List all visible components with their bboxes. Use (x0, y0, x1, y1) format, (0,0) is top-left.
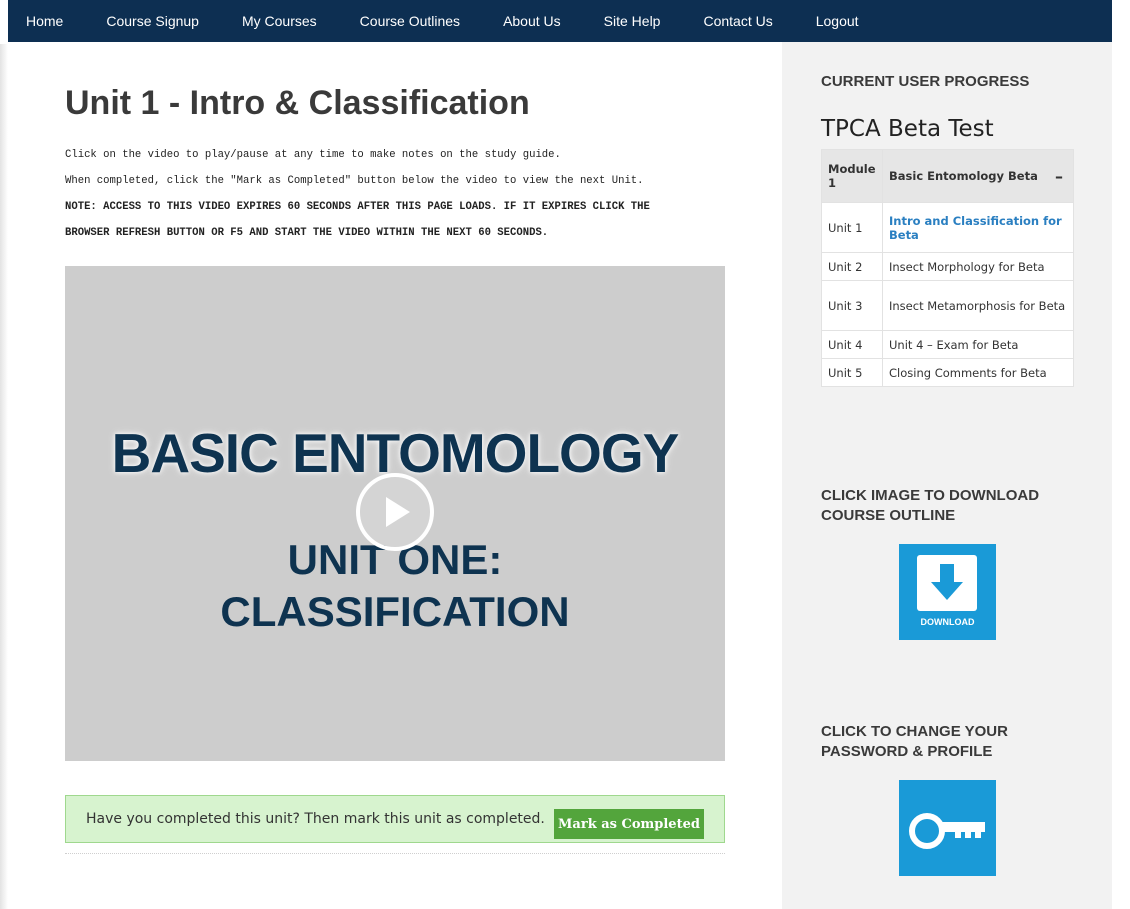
download-label: DOWNLOAD (920, 617, 975, 627)
page-title: Unit 1 - Intro & Classification (65, 84, 530, 122)
nav-course-outlines[interactable]: Course Outlines (360, 13, 460, 29)
unit-number: Unit 1 (821, 202, 883, 253)
password-heading-line: CLICK TO CHANGE YOUR (821, 723, 1008, 740)
video-player[interactable]: BASIC ENTOMOLOGY UNIT ONE: CLASSIFICATIO… (65, 266, 725, 761)
instruction-line: Click on the video to play/pause at any … (65, 149, 561, 161)
download-heading-line: COURSE OUTLINE (821, 507, 956, 524)
nav-course-signup[interactable]: Course Signup (106, 13, 199, 29)
download-arrow (940, 564, 954, 584)
mark-as-completed-button[interactable]: Mark as Completed (554, 809, 704, 839)
collapse-toggle[interactable]: – (1045, 149, 1074, 203)
key-tooth (955, 830, 961, 838)
module-label: Module 1 (821, 149, 883, 203)
nav-site-help[interactable]: Site Help (604, 13, 661, 29)
download-heading-line: CLICK IMAGE TO DOWNLOAD (821, 487, 1040, 504)
download-course-outline-button[interactable]: DOWNLOAD (899, 544, 996, 640)
password-heading-line: PASSWORD & PROFILE (821, 743, 993, 760)
play-button[interactable] (356, 473, 434, 551)
unit-row[interactable]: Unit 2 Insect Morphology for Beta (821, 252, 1074, 281)
unit-number: Unit 5 (821, 358, 883, 387)
divider (65, 853, 725, 854)
download-heading: CLICK IMAGE TO DOWNLOAD COURSE OUTLINE (821, 486, 1039, 526)
play-icon (386, 497, 410, 527)
sidebar: CURRENT USER PROGRESS TPCA Beta Test Mod… (782, 42, 1112, 909)
course-name: TPCA Beta Test (821, 116, 994, 142)
unit-number: Unit 4 (821, 330, 883, 359)
unit-number: Unit 2 (821, 252, 883, 281)
completion-prompt: Have you completed this unit? Then mark … (86, 811, 545, 827)
nav-contact-us[interactable]: Contact Us (703, 13, 772, 29)
unit-number: Unit 3 (821, 280, 883, 331)
key-tooth (975, 830, 981, 838)
unit-instructions: Click on the video to play/pause at any … (65, 142, 725, 246)
unit-link-current[interactable]: Intro and Classification for Beta (882, 202, 1074, 253)
top-navigation: Home Course Signup My Courses Course Out… (8, 0, 1112, 42)
nav-home[interactable]: Home (26, 13, 63, 29)
password-heading: CLICK TO CHANGE YOUR PASSWORD & PROFILE (821, 722, 1008, 762)
completion-panel: Have you completed this unit? Then mark … (65, 795, 725, 843)
nav-logout[interactable]: Logout (816, 13, 859, 29)
video-subtitle-line: CLASSIFICATION (220, 588, 570, 635)
unit-row[interactable]: Unit 3 Insect Metamorphosis for Beta (821, 280, 1074, 331)
nav-about-us[interactable]: About Us (503, 13, 561, 29)
unit-row[interactable]: Unit 4 Unit 4 – Exam for Beta (821, 330, 1074, 359)
module-row[interactable]: Module 1 Basic Entomology Beta – (821, 149, 1074, 203)
download-arrow (931, 582, 963, 600)
key-tooth (965, 830, 971, 838)
expiry-note: BROWSER REFRESH BUTTON OR F5 AND START T… (65, 227, 549, 239)
change-password-button[interactable] (899, 780, 996, 876)
unit-title[interactable]: Insect Morphology for Beta (882, 252, 1074, 281)
unit-row[interactable]: Unit 5 Closing Comments for Beta (821, 358, 1074, 387)
unit-row[interactable]: Unit 1 Intro and Classification for Beta (821, 202, 1074, 253)
unit-title[interactable]: Insect Metamorphosis for Beta (882, 280, 1074, 331)
unit-title[interactable]: Unit 4 – Exam for Beta (882, 330, 1074, 359)
nav-my-courses[interactable]: My Courses (242, 13, 317, 29)
progress-heading: CURRENT USER PROGRESS (821, 73, 1030, 90)
page-edge-shadow (0, 44, 8, 909)
expiry-note: NOTE: ACCESS TO THIS VIDEO EXPIRES 60 SE… (65, 201, 650, 213)
instruction-line: When completed, click the "Mark as Compl… (65, 175, 644, 187)
unit-title[interactable]: Closing Comments for Beta (882, 358, 1074, 387)
progress-table: Module 1 Basic Entomology Beta – Unit 1 … (821, 149, 1074, 387)
module-title: Basic Entomology Beta (882, 149, 1045, 203)
